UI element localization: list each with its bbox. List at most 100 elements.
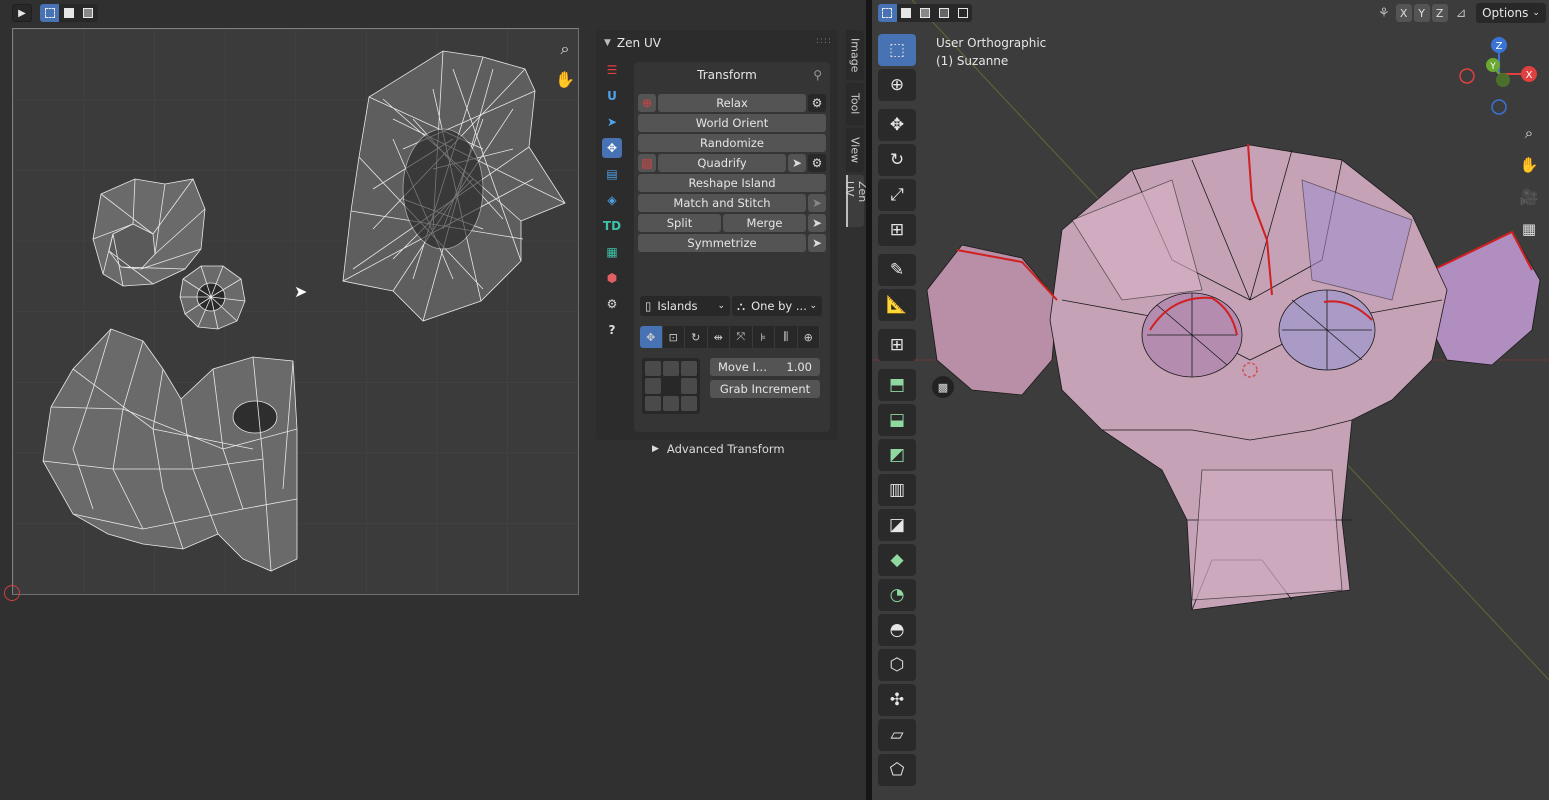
inset-tool[interactable]: ⬓ bbox=[878, 404, 916, 436]
checker-icon[interactable]: ▦ bbox=[602, 242, 622, 262]
transform-mode-strip[interactable]: ✥ ⊡ ↻ ⇹ ⤧ ⊧ ⫼ ⊕ bbox=[640, 326, 820, 348]
cursor-tool[interactable]: ⊕ bbox=[878, 69, 916, 101]
rip-tool[interactable]: ⬠ bbox=[878, 754, 916, 786]
layers-icon[interactable]: ◈ bbox=[602, 190, 622, 210]
smooth-tool[interactable]: ◓ bbox=[878, 614, 916, 646]
spin-tool[interactable]: ◔ bbox=[878, 579, 916, 611]
gear-icon[interactable]: ⚙ bbox=[808, 154, 826, 172]
axis-x-button[interactable]: X bbox=[1395, 4, 1412, 22]
tab-zen-uv[interactable]: Zen UV bbox=[843, 175, 869, 227]
direction-tr[interactable] bbox=[681, 361, 697, 377]
match-and-stitch-button[interactable]: Match and Stitch bbox=[638, 194, 806, 212]
direction-br[interactable] bbox=[681, 395, 697, 411]
scale-tool[interactable]: ⤢ bbox=[878, 179, 916, 211]
direction-bl[interactable] bbox=[645, 395, 661, 411]
select-intersect-icon[interactable] bbox=[953, 4, 972, 22]
cursor-icon[interactable]: ➤ bbox=[808, 194, 826, 212]
split-button[interactable]: Split bbox=[638, 214, 721, 232]
randomize-button[interactable]: Randomize bbox=[638, 134, 826, 152]
scale-icon[interactable]: ⊡ bbox=[663, 326, 685, 348]
list-icon[interactable]: ☰ bbox=[602, 60, 622, 80]
drag-grip-icon[interactable]: :::: bbox=[816, 36, 832, 46]
td-icon[interactable]: TD bbox=[602, 216, 622, 236]
tab-tool[interactable]: Tool bbox=[846, 83, 864, 125]
select-subtract-icon[interactable] bbox=[79, 4, 98, 22]
options-dropdown[interactable]: Options ⌄ bbox=[1476, 3, 1546, 23]
select-subtract-icon[interactable] bbox=[916, 4, 935, 22]
help-icon[interactable]: ? bbox=[602, 320, 622, 340]
world-orient-button[interactable]: World Orient bbox=[638, 114, 826, 132]
fit-icon[interactable]: ⤧ bbox=[730, 326, 753, 348]
axis-z-button[interactable]: Z bbox=[1431, 4, 1448, 22]
move-increment-field[interactable]: Move I... 1.00 bbox=[710, 358, 820, 376]
poly-build-tool[interactable]: ◆ bbox=[878, 544, 916, 576]
grab-increment-button[interactable]: Grab Increment bbox=[710, 380, 820, 398]
add-cube-tool[interactable]: ⊞ bbox=[878, 329, 916, 361]
annotate-tool[interactable]: ✎ bbox=[878, 254, 916, 286]
pan-hand-icon[interactable]: ✋ bbox=[553, 67, 577, 91]
table-icon[interactable]: ▤ bbox=[602, 164, 622, 184]
select-new-icon[interactable] bbox=[878, 4, 897, 22]
editor-type-button[interactable]: ▶ bbox=[12, 4, 32, 22]
pin-icon[interactable]: ⚲ bbox=[813, 68, 822, 82]
direction-grid[interactable] bbox=[642, 358, 700, 414]
pan-hand-icon[interactable]: ✋ bbox=[1516, 152, 1542, 178]
direction-r[interactable] bbox=[681, 378, 697, 394]
butterfly-icon[interactable]: ⚘ bbox=[1378, 6, 1390, 21]
direction-b[interactable] bbox=[663, 395, 679, 411]
select-new-icon[interactable] bbox=[40, 4, 60, 22]
edge-slide-tool[interactable]: ⬡ bbox=[878, 649, 916, 681]
direction-c[interactable] bbox=[663, 378, 679, 393]
islands-dropdown[interactable]: ▯ Islands ⌄ bbox=[640, 296, 730, 316]
2d-cursor-icon[interactable] bbox=[4, 585, 20, 601]
gear-icon[interactable]: ⚙ bbox=[808, 94, 826, 112]
one-by-dropdown[interactable]: ⛬ One by ... ⌄ bbox=[732, 296, 822, 316]
move-tool[interactable]: ✥ bbox=[878, 109, 916, 141]
cursor-icon[interactable]: ➤ bbox=[788, 154, 806, 172]
direction-l[interactable] bbox=[645, 378, 661, 394]
bevel-tool[interactable]: ◩ bbox=[878, 439, 916, 471]
tab-view[interactable]: View bbox=[846, 128, 864, 172]
advanced-transform-header[interactable]: ▶ Advanced Transform bbox=[652, 442, 785, 456]
u-icon[interactable]: U bbox=[602, 86, 622, 106]
rotate-icon[interactable]: ↻ bbox=[685, 326, 708, 348]
align-icon[interactable]: ⊧ bbox=[753, 326, 775, 348]
uv-canvas[interactable]: ⌕ ✋ bbox=[12, 28, 580, 596]
symmetrize-button[interactable]: Symmetrize bbox=[638, 234, 806, 252]
distribute-icon[interactable]: ⫼ bbox=[775, 326, 798, 348]
navigation-gizmo[interactable]: Z X Y bbox=[1452, 34, 1542, 124]
axis-y-button[interactable]: Y bbox=[1413, 4, 1430, 22]
zoom-icon[interactable]: ⌕ bbox=[553, 37, 577, 61]
shrink-fatten-tool[interactable]: ✣ bbox=[878, 684, 916, 716]
cube-icon[interactable]: ⬢ bbox=[602, 268, 622, 288]
transform-tool[interactable]: ⊞ bbox=[878, 214, 916, 246]
tab-image[interactable]: Image bbox=[846, 30, 864, 80]
gear-icon[interactable]: ⚙ bbox=[602, 294, 622, 314]
flip-icon[interactable]: ⇹ bbox=[708, 326, 730, 348]
viewport-select-mode-group[interactable] bbox=[878, 4, 972, 22]
shear-tool[interactable]: ▱ bbox=[878, 719, 916, 751]
rotate-tool[interactable]: ↻ bbox=[878, 144, 916, 176]
cursor-icon[interactable]: ➤ bbox=[808, 234, 826, 252]
3d-viewport[interactable]: ⚘ X Y Z ⊿ Options ⌄ User Orthographic (1… bbox=[872, 0, 1549, 800]
move-icon[interactable]: ✥ bbox=[640, 326, 663, 348]
direction-tl[interactable] bbox=[645, 361, 661, 377]
knife-tool[interactable]: ◪ bbox=[878, 509, 916, 541]
camera-icon[interactable]: 🎥 bbox=[1516, 184, 1542, 210]
select-extend-icon[interactable] bbox=[59, 4, 78, 22]
zoom-icon[interactable]: ⌕ bbox=[1516, 120, 1542, 146]
quadrify-button[interactable]: Quadrify bbox=[658, 154, 786, 172]
direction-t[interactable] bbox=[663, 361, 679, 377]
loop-cut-tool[interactable]: ▥ bbox=[878, 474, 916, 506]
cursor-icon[interactable]: ➤ bbox=[808, 214, 826, 232]
panel-header[interactable]: ▼ Zen UV bbox=[604, 34, 661, 52]
uv-select-mode-group[interactable] bbox=[40, 4, 98, 22]
pivot-icon[interactable]: ⊕ bbox=[798, 326, 820, 348]
transform-icon[interactable]: ✥ bbox=[602, 138, 622, 158]
select-invert-icon[interactable] bbox=[934, 4, 953, 22]
checker-toggle-icon[interactable]: ▩ bbox=[932, 376, 954, 398]
reshape-island-button[interactable]: Reshape Island bbox=[638, 174, 826, 192]
auto-merge-icon[interactable]: ⊿ bbox=[1456, 6, 1467, 21]
grid-icon[interactable]: ▦ bbox=[1516, 216, 1542, 242]
select-extend-icon[interactable] bbox=[897, 4, 916, 22]
